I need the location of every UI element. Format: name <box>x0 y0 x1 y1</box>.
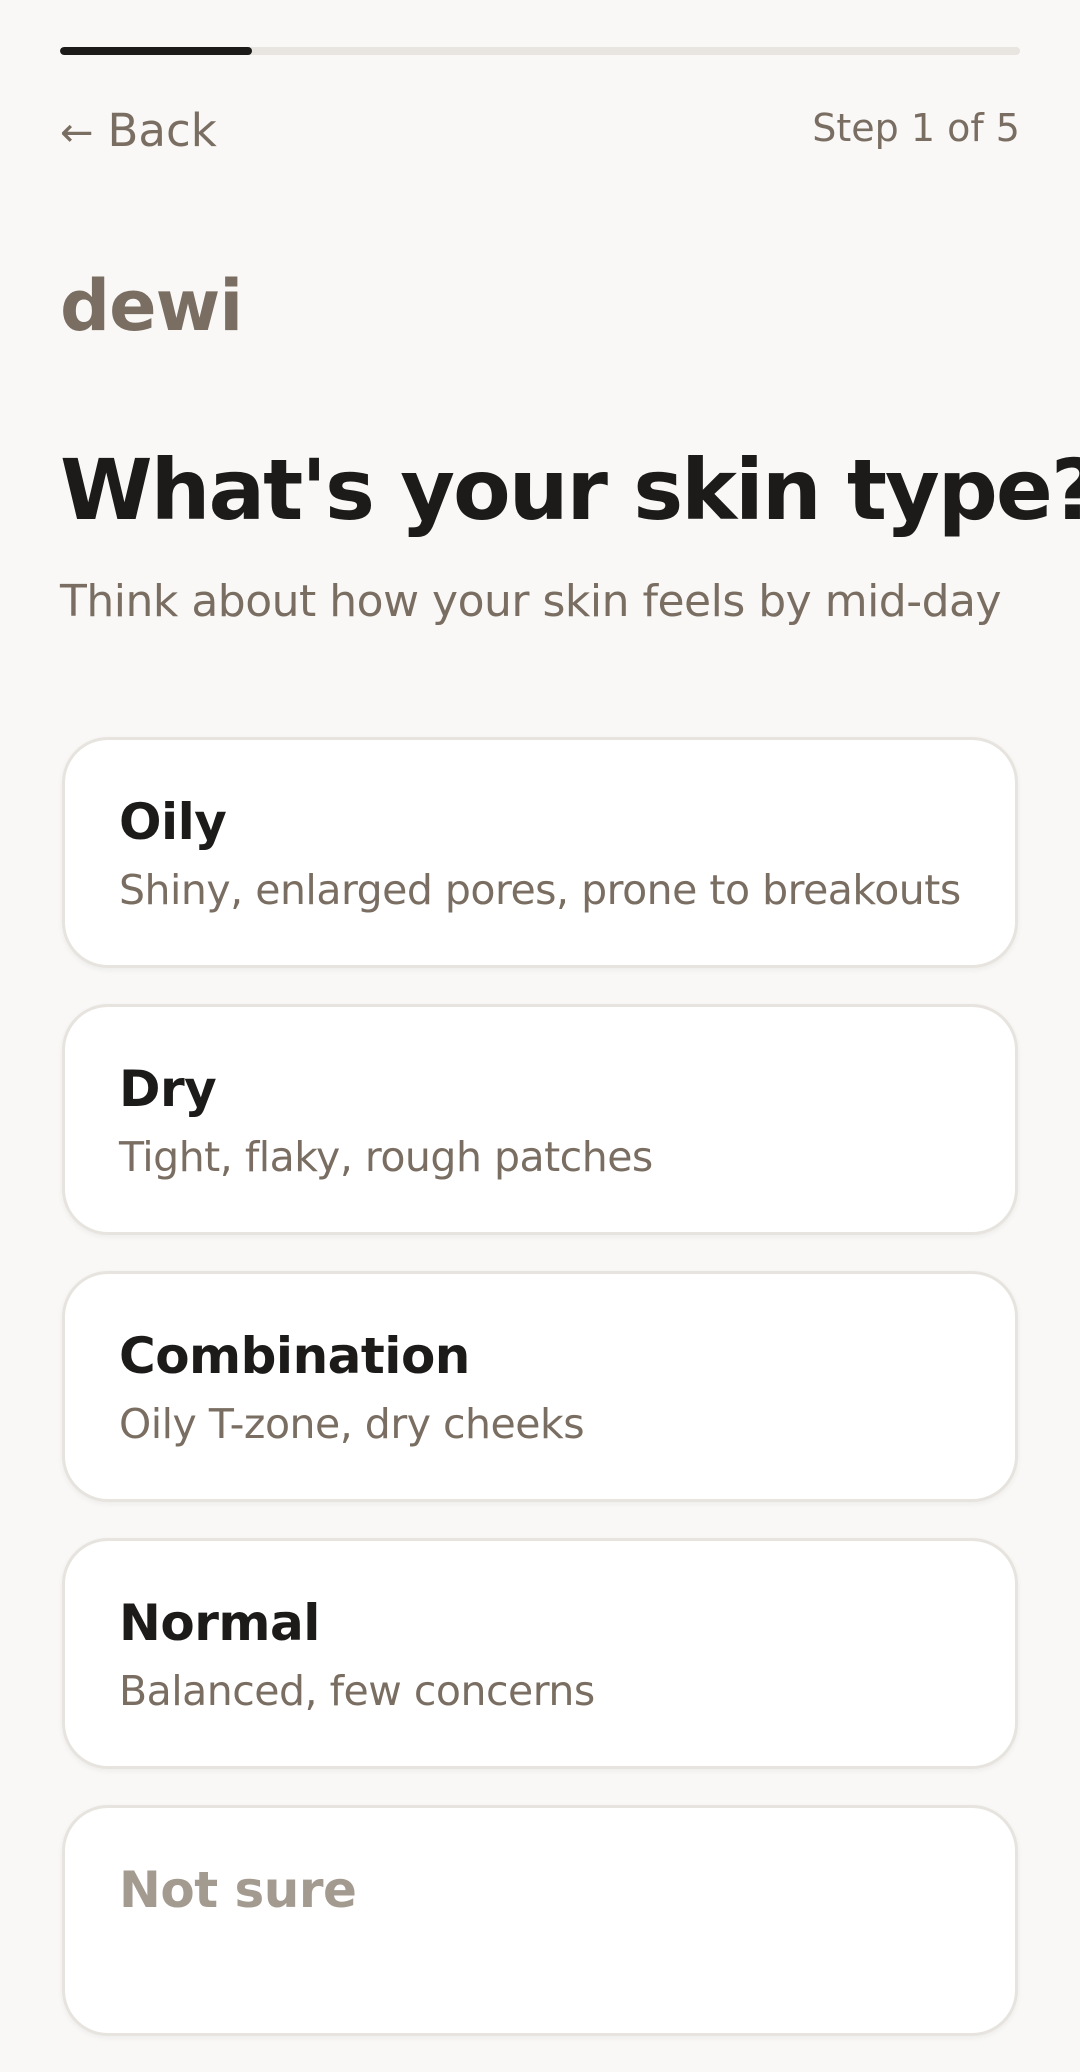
back-button-label: Back <box>107 103 217 157</box>
option-description: Shiny, enlarged pores, prone to breakout… <box>119 866 961 914</box>
option-title: Oily <box>119 793 227 851</box>
back-button[interactable]: ← Back <box>60 98 217 162</box>
option-oily[interactable]: Oily Shiny, enlarged pores, prone to bre… <box>62 737 1018 968</box>
skin-type-options: Oily Shiny, enlarged pores, prone to bre… <box>62 737 1018 2072</box>
option-combination[interactable]: Combination Oily T-zone, dry cheeks <box>62 1271 1018 1502</box>
option-title: Dry <box>119 1060 217 1118</box>
option-title: Not sure <box>119 1861 357 1919</box>
option-title: Normal <box>119 1594 320 1652</box>
option-dry[interactable]: Dry Tight, flaky, rough patches <box>62 1004 1018 1235</box>
option-description: Balanced, few concerns <box>119 1667 595 1715</box>
option-description: Oily T-zone, dry cheeks <box>119 1400 585 1448</box>
progress-bar-fill <box>60 47 252 55</box>
option-description: Tight, flaky, rough patches <box>119 1133 653 1181</box>
arrow-left-icon: ← <box>60 110 94 156</box>
brand-logo: dewi <box>60 265 243 347</box>
progress-bar <box>60 47 1020 55</box>
step-indicator: Step 1 of 5 <box>812 106 1020 150</box>
option-title: Combination <box>119 1327 470 1385</box>
page-title: What's your skin type? <box>60 441 1080 539</box>
page-subtitle: Think about how your skin feels by mid-d… <box>60 576 1002 627</box>
option-normal[interactable]: Normal Balanced, few concerns <box>62 1538 1018 1769</box>
